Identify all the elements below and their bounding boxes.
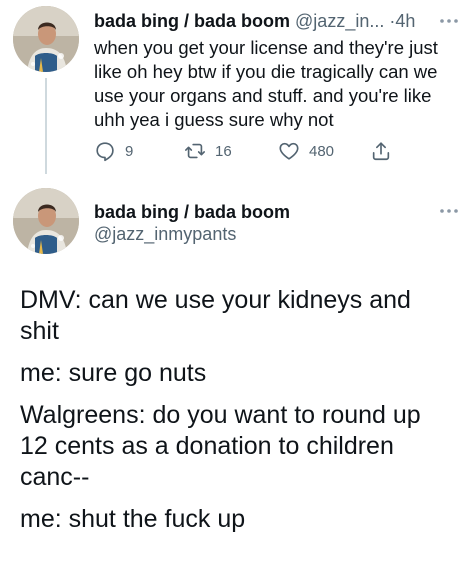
share-button[interactable] bbox=[370, 138, 392, 164]
paragraph: me: shut the fuck up bbox=[20, 504, 460, 535]
text-line: shit bbox=[20, 317, 59, 345]
main-tweet-header: bada bing / bada boom bbox=[94, 201, 290, 223]
reply-button[interactable]: 9 bbox=[94, 138, 133, 164]
text-line: use your organs and stuff. and you're li… bbox=[94, 85, 432, 106]
thread-connector-line bbox=[45, 78, 47, 174]
main-avatar[interactable] bbox=[13, 188, 79, 254]
text-line: when you get your license and they're ju… bbox=[94, 37, 438, 58]
reply-icon bbox=[96, 142, 114, 162]
text-line: me: sure go nuts bbox=[20, 359, 207, 387]
avatar-photo bbox=[13, 6, 79, 72]
display-name[interactable]: bada bing / bada boom bbox=[94, 11, 290, 31]
text-line: Walgreens: do you want to round up bbox=[20, 401, 421, 429]
paragraph: DMV: can we use your kidneys and shit bbox=[20, 285, 460, 347]
tweet-actions-bar: 9 16 480 bbox=[94, 138, 414, 164]
text-line: 12 cents as a donation to children bbox=[20, 432, 394, 460]
retweet-button[interactable]: 16 bbox=[184, 138, 232, 164]
paragraph: Walgreens: do you want to round up 12 ce… bbox=[20, 400, 460, 493]
text-line: canc-- bbox=[20, 463, 90, 491]
like-count: 480 bbox=[309, 142, 335, 160]
more-options-icon[interactable] bbox=[438, 17, 460, 25]
text-line: me: shut the fuck up bbox=[20, 505, 246, 533]
handle[interactable]: @jazz_inmypants bbox=[94, 224, 236, 245]
like-button[interactable]: 480 bbox=[278, 138, 334, 164]
retweet-icon bbox=[185, 143, 205, 159]
heart-icon bbox=[279, 142, 299, 160]
reply-count: 9 bbox=[125, 142, 134, 160]
paragraph: me: sure go nuts bbox=[20, 358, 460, 389]
reply-tweet-text: when you get your license and they're ju… bbox=[94, 36, 460, 132]
text-line: uhh yea i guess sure why not bbox=[94, 109, 334, 130]
reply-avatar[interactable] bbox=[13, 6, 79, 72]
retweet-count: 16 bbox=[215, 142, 232, 160]
display-name[interactable]: bada bing / bada boom bbox=[94, 202, 290, 222]
text-line: like oh hey btw if you die tragically ca… bbox=[94, 61, 438, 82]
share-icon bbox=[372, 142, 390, 161]
more-options-icon[interactable] bbox=[438, 207, 460, 215]
timestamp[interactable]: 4h bbox=[395, 11, 415, 31]
main-tweet-text: DMV: can we use your kidneys and shit me… bbox=[20, 285, 460, 546]
avatar-photo bbox=[13, 188, 79, 254]
handle[interactable]: @jazz_in... bbox=[295, 11, 384, 31]
reply-tweet-header: bada bing / bada boom @jazz_in... ·4h bbox=[94, 10, 415, 32]
text-line: DMV: can we use your kidneys and bbox=[20, 286, 411, 314]
